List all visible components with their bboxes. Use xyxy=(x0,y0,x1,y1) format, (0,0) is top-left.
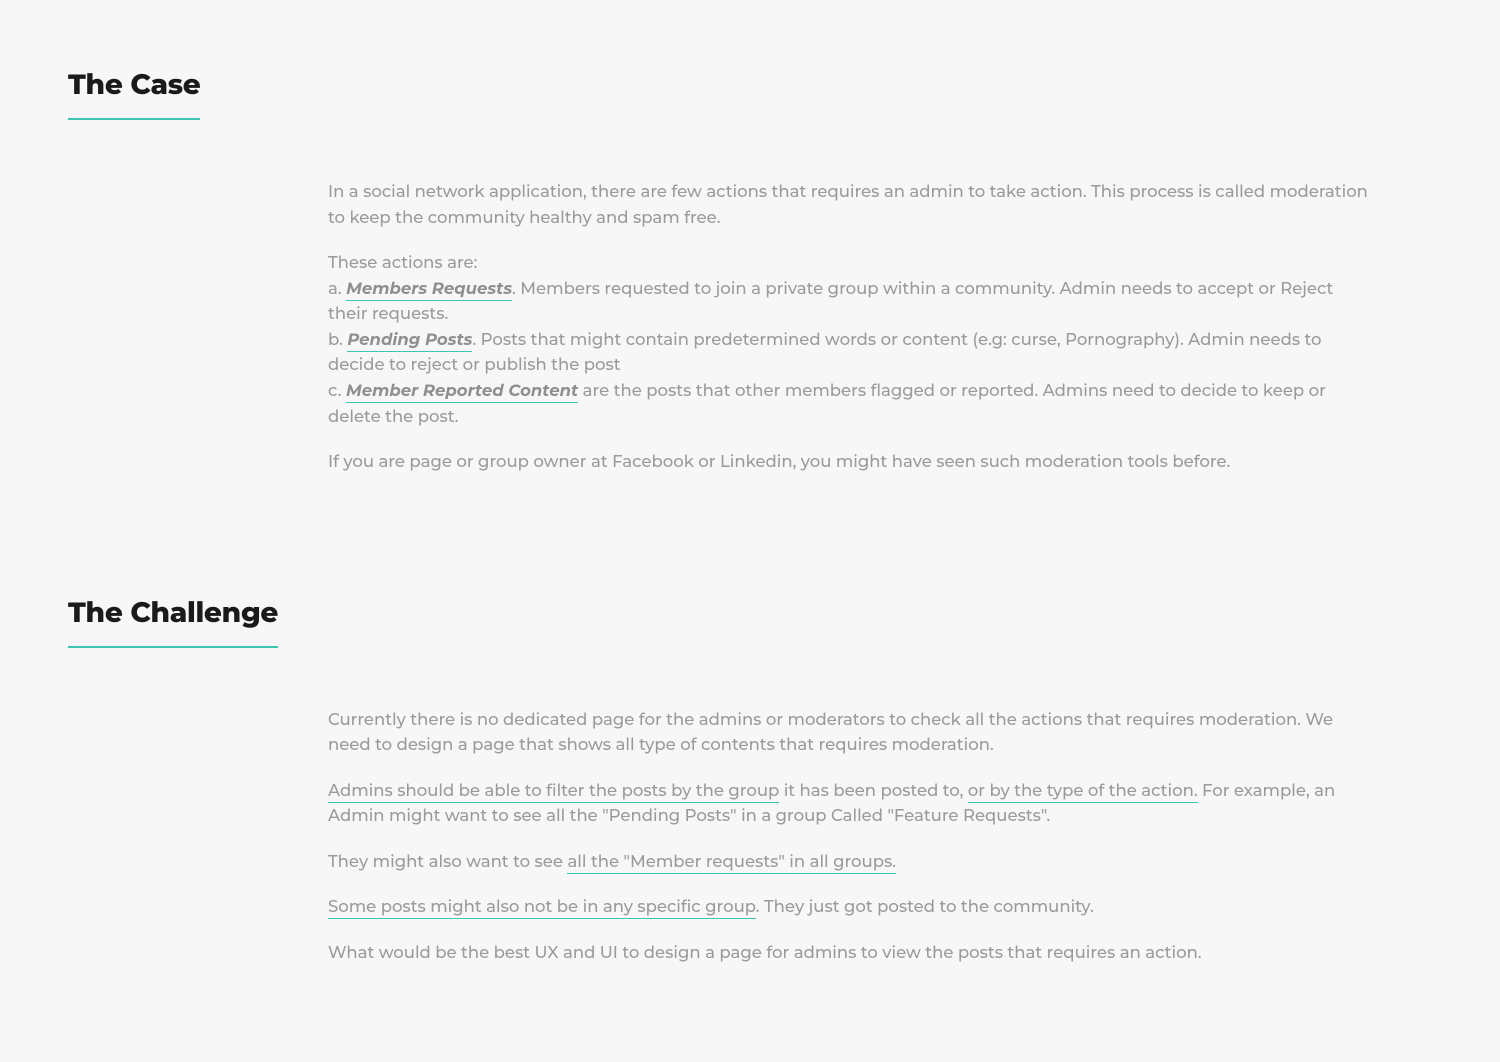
action-prefix: b. xyxy=(328,330,343,350)
section-the-challenge: The Challenge Currently there is no dedi… xyxy=(68,596,1370,967)
case-intro: In a social network application, there a… xyxy=(328,180,1370,231)
section-heading-case: The Case xyxy=(68,68,200,120)
action-prefix: c. xyxy=(328,381,342,401)
action-highlight-members-requests: Members Requests xyxy=(346,279,512,301)
case-action-b: b. Pending Posts. Posts that might conta… xyxy=(328,328,1370,379)
case-action-c: c. Member Reported Content are the posts… xyxy=(328,379,1370,430)
section-heading-challenge: The Challenge xyxy=(68,596,278,648)
section-body-case: In a social network application, there a… xyxy=(328,180,1370,476)
challenge-p4: Some posts might also not be in any spec… xyxy=(328,895,1370,921)
case-actions-title: These actions are: xyxy=(328,251,1370,277)
case-actions-block: These actions are: a. Members Requests. … xyxy=(328,251,1370,430)
section-the-case: The Case In a social network application… xyxy=(68,68,1370,476)
action-highlight-member-reported-content: Member Reported Content xyxy=(346,381,578,403)
challenge-p3-underline: all the "Member requests" in all groups. xyxy=(567,852,896,874)
challenge-p2: Admins should be able to filter the post… xyxy=(328,779,1370,830)
case-action-a: a. Members Requests. Members requested t… xyxy=(328,277,1370,328)
action-highlight-pending-posts: Pending Posts xyxy=(347,330,472,352)
challenge-p2-underline-1: Admins should be able to filter the post… xyxy=(328,781,779,803)
case-outro: If you are page or group owner at Facebo… xyxy=(328,450,1370,476)
challenge-p5: What would be the best UX and UI to desi… xyxy=(328,941,1370,967)
challenge-p4-rest: . They just got posted to the community. xyxy=(756,897,1094,917)
challenge-p2-underline-2: or by the type of the action. xyxy=(968,781,1198,803)
challenge-p3: They might also want to see all the "Mem… xyxy=(328,850,1370,876)
challenge-p4-underline: Some posts might also not be in any spec… xyxy=(328,897,756,919)
challenge-p2-mid: it has been posted to, xyxy=(779,781,968,801)
section-body-challenge: Currently there is no dedicated page for… xyxy=(328,708,1370,967)
challenge-p3-pre: They might also want to see xyxy=(328,852,567,872)
challenge-p1: Currently there is no dedicated page for… xyxy=(328,708,1370,759)
action-prefix: a. xyxy=(328,279,342,299)
action-rest: Posts that might contain predetermined w… xyxy=(328,330,1322,376)
